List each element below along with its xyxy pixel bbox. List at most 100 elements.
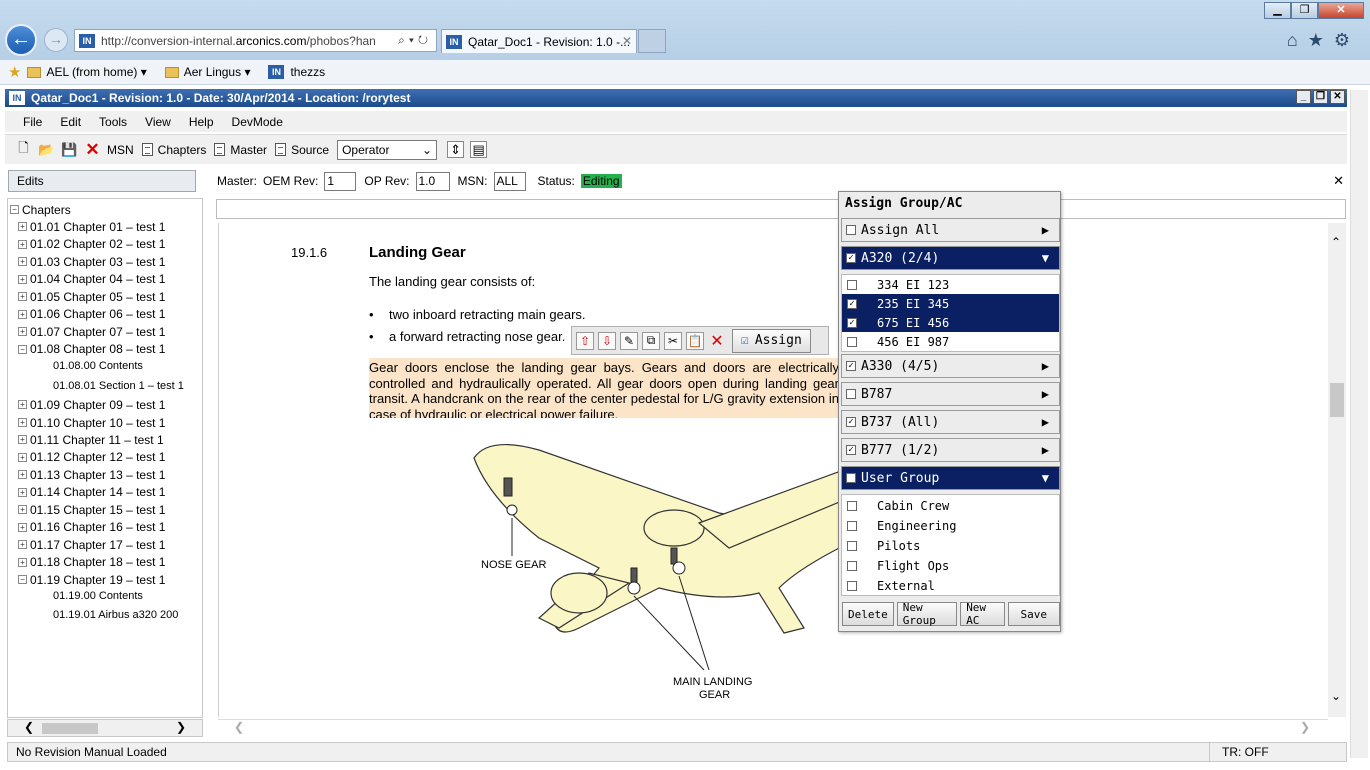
tree-chapter-item[interactable]: +01.05 Chapter 05 – test 1	[18, 288, 165, 305]
tree-chapter-item[interactable]: +01.16 Chapter 16 – test 1	[18, 519, 165, 536]
favorite-item[interactable]: Aer Lingus ▾	[164, 65, 250, 79]
expand-icon[interactable]: +	[18, 452, 27, 462]
checkbox[interactable]: ✓	[847, 298, 857, 309]
scroll-down-icon[interactable]: ⌄	[1331, 689, 1341, 703]
expand-icon[interactable]: +	[18, 470, 27, 479]
expand-icon[interactable]: +	[18, 540, 27, 549]
collapse-arrow-icon[interactable]: ▼	[1042, 471, 1049, 485]
forward-icon[interactable]: →	[44, 28, 68, 52]
group-b787[interactable]: B787 ▶	[841, 382, 1060, 406]
aircraft-row[interactable]: ✓ 235 EI 345	[842, 294, 1059, 313]
edit-icon[interactable]: ✎	[620, 331, 638, 350]
group-a320[interactable]: ✓ A320 (2/4) ▼	[841, 246, 1060, 270]
tree-chapter-item[interactable]: +01.04 Chapter 04 – test 1	[18, 271, 165, 288]
tree-chapter-item[interactable]: +01.06 Chapter 06 – test 1	[18, 306, 165, 323]
scroll-right-icon[interactable]: ❯	[176, 720, 186, 734]
checkbox[interactable]: ✓	[846, 253, 856, 263]
save-button[interactable]: Save	[1007, 602, 1060, 626]
scroll-thumb[interactable]	[1330, 383, 1344, 417]
document-hscrollbar[interactable]: ❮ ❯	[218, 719, 1328, 737]
tree-leaf-item[interactable]: 01.08.01 Section 1 – test 1	[53, 377, 184, 394]
tree-chapter-item[interactable]: +01.17 Chapter 17 – test 1	[18, 536, 165, 553]
expand-icon[interactable]: +	[18, 435, 27, 444]
close-icon[interactable]: ✕	[1318, 2, 1364, 19]
favorite-item[interactable]: IN thezzs	[268, 65, 325, 79]
scroll-left-icon[interactable]: ❮	[24, 720, 34, 734]
tree-chapter-item[interactable]: +01.11 Chapter 11 – test 1	[18, 431, 164, 448]
expand-icon[interactable]: +	[18, 418, 27, 427]
assign-all-row[interactable]: Assign All ▶	[841, 218, 1060, 242]
tree-leaf-item[interactable]: 01.19.01 Airbus a320 200	[53, 606, 178, 623]
collapse-icon[interactable]: −	[18, 575, 27, 584]
delete-button[interactable]: Delete	[842, 602, 894, 626]
move-up-icon[interactable]: ⇧	[576, 331, 594, 350]
expand-arrow-icon[interactable]: ▶	[1042, 415, 1049, 429]
tree-chapter-item[interactable]: +01.03 Chapter 03 – test 1	[18, 253, 165, 270]
expand-arrow-icon[interactable]: ▶	[1042, 223, 1049, 237]
expand-icon[interactable]: +	[18, 239, 27, 249]
user-group-row[interactable]: Flight Ops	[842, 556, 1059, 576]
menu-edit[interactable]: Edit	[60, 115, 81, 129]
favorite-item[interactable]: AEL (from home) ▾	[27, 65, 147, 79]
split-icon[interactable]: ⇕	[447, 141, 465, 158]
tree-chapter-item[interactable]: +01.02 Chapter 02 – test 1	[18, 236, 165, 253]
menu-file[interactable]: File	[23, 115, 42, 129]
expand-icon[interactable]: +	[18, 292, 27, 301]
checkbox[interactable]	[847, 336, 857, 347]
checkbox[interactable]	[847, 541, 857, 551]
collapse-arrow-icon[interactable]: ▼	[1042, 251, 1049, 265]
expand-icon[interactable]: +	[18, 522, 27, 532]
tree-chapter-item[interactable]: −01.19 Chapter 19 – test 1	[18, 571, 165, 588]
move-down-icon[interactable]: ⇩	[598, 331, 616, 350]
source-button[interactable]: Source	[275, 143, 329, 157]
back-icon[interactable]: ←	[5, 24, 37, 56]
minimize-icon[interactable]: ▁	[1264, 2, 1291, 19]
cut-icon[interactable]: ✂	[664, 331, 682, 350]
close-icon[interactable]: ✕	[1330, 90, 1345, 104]
checkbox[interactable]	[847, 581, 857, 591]
tree-chapter-item[interactable]: +01.14 Chapter 14 – test 1	[18, 484, 165, 501]
copy-icon[interactable]: ⧉	[642, 331, 660, 350]
tree-leaf-item[interactable]: 01.08.00 Contents	[53, 357, 143, 374]
scroll-up-icon[interactable]: ⌃	[1331, 235, 1341, 249]
msn-button[interactable]: MSN	[107, 143, 134, 157]
tree-chapter-item[interactable]: +01.09 Chapter 09 – test 1	[18, 396, 165, 413]
highlighted-paragraph[interactable]: Gear doors enclose the landing gear bays…	[369, 358, 839, 418]
checkbox[interactable]	[846, 473, 856, 483]
document-scrollbar[interactable]: ⌃ ⌄	[1328, 223, 1346, 717]
assign-button[interactable]: ☑ Assign	[732, 328, 811, 353]
restore-icon[interactable]: ❐	[1291, 2, 1318, 19]
expand-icon[interactable]: +	[18, 274, 27, 284]
expand-icon[interactable]: +	[18, 557, 27, 567]
checkbox[interactable]	[847, 279, 857, 290]
tree-chapter-item[interactable]: +01.12 Chapter 12 – test 1	[18, 449, 165, 466]
checkbox[interactable]	[847, 561, 857, 571]
restore-icon[interactable]: ❐	[1313, 90, 1328, 104]
browser-tab[interactable]: IN Qatar_Doc1 - Revision: 1.0 -... ✕	[441, 29, 637, 53]
checkbox[interactable]	[846, 225, 856, 235]
collapse-icon[interactable]: −	[18, 344, 27, 354]
scroll-right-icon[interactable]: ❯	[1300, 720, 1310, 734]
group-b737[interactable]: ✓ B737 (All) ▶	[841, 410, 1060, 434]
expand-arrow-icon[interactable]: ▶	[1042, 359, 1049, 373]
close-icon[interactable]: ✕	[1333, 173, 1344, 189]
aircraft-row[interactable]: 334 EI 123	[842, 275, 1059, 294]
user-group-row[interactable]: External	[842, 576, 1059, 596]
checkbox[interactable]	[846, 389, 856, 399]
checkbox[interactable]: ✓	[846, 445, 856, 455]
view-select[interactable]: Operator ⌄	[337, 139, 438, 160]
checkbox[interactable]	[847, 521, 857, 531]
tree-chapter-item[interactable]: +01.13 Chapter 13 – test 1	[18, 466, 165, 483]
collapse-icon[interactable]: −	[10, 205, 19, 214]
master-button[interactable]: Master	[214, 143, 267, 157]
new-group-button[interactable]: New Group	[896, 601, 958, 627]
new-file-icon[interactable]: 🗋	[15, 140, 32, 158]
tree-leaf-item[interactable]: 01.19.00 Contents	[53, 587, 143, 604]
minimize-icon[interactable]: _	[1296, 90, 1311, 104]
expand-icon[interactable]: +	[18, 309, 27, 319]
expand-icon[interactable]: +	[18, 505, 27, 514]
paste-icon[interactable]: 📋	[686, 331, 704, 350]
oem-rev-input[interactable]: 1	[324, 171, 357, 191]
group-a330[interactable]: ✓ A330 (4/5) ▶	[841, 354, 1060, 378]
page-icon[interactable]: ▤	[470, 141, 488, 158]
